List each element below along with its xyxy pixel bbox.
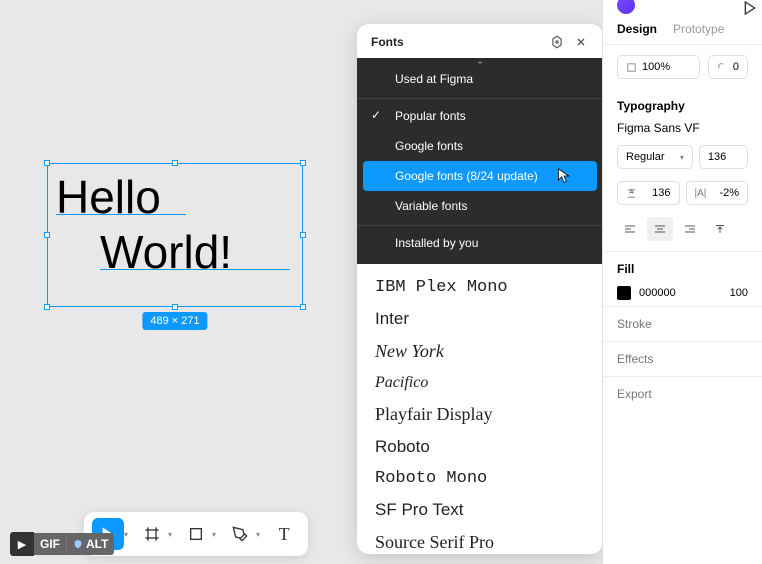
fill-opacity: 100 — [730, 287, 748, 299]
line-height-field[interactable]: 136 — [617, 181, 680, 205]
filter-used-at-figma[interactable]: Used at Figma — [357, 58, 603, 94]
text-content: Hello World! — [48, 164, 302, 286]
filter-label: Installed by you — [395, 236, 478, 250]
fill-swatch[interactable] — [617, 286, 631, 300]
resize-handle[interactable] — [300, 232, 306, 238]
alt-badge[interactable]: ALT — [66, 533, 114, 555]
letter-spacing-field[interactable]: |A| -2% — [686, 181, 749, 205]
font-item[interactable]: Pacifico — [375, 368, 585, 398]
typography-section-header: Typography — [603, 89, 762, 117]
stroke-section[interactable]: Stroke — [603, 306, 762, 341]
text-line-2: World! — [100, 225, 232, 280]
filter-installed-by-you[interactable]: Installed by you — [357, 225, 603, 258]
letter-spacing-icon: |A| — [695, 188, 707, 199]
chevron-down-icon[interactable]: ▾ — [212, 530, 216, 539]
resize-handle[interactable] — [172, 160, 178, 166]
letter-spacing-value: -2% — [719, 187, 739, 199]
resize-handle[interactable] — [44, 304, 50, 310]
font-item[interactable]: New York — [375, 335, 585, 368]
zoom-value: 100% — [642, 61, 670, 73]
frame-icon — [626, 62, 637, 73]
resize-handle[interactable] — [44, 160, 50, 166]
chevron-down-icon[interactable]: ▾ — [256, 530, 260, 539]
shape-tool[interactable] — [180, 518, 212, 550]
text-align-row — [603, 211, 762, 247]
font-weight-select[interactable]: Regular ▾ — [617, 145, 693, 169]
fonts-panel: Fonts ⌃ Used at Figma ✓ Popular fonts Go… — [357, 24, 603, 554]
tab-prototype[interactable]: Prototype — [673, 22, 724, 36]
text-tool[interactable]: T — [268, 518, 300, 550]
export-section[interactable]: Export — [603, 376, 762, 411]
filter-variable-fonts[interactable]: Variable fonts — [357, 191, 603, 221]
filter-label: Used at Figma — [395, 72, 473, 86]
resize-handle[interactable] — [172, 304, 178, 310]
chevron-down-icon: ▾ — [680, 153, 684, 162]
font-item[interactable]: Inter — [375, 303, 585, 335]
effects-section[interactable]: Effects — [603, 341, 762, 376]
gif-badge[interactable]: GIF — [34, 533, 66, 555]
corner-icon — [717, 62, 728, 73]
align-top-button[interactable] — [707, 217, 733, 241]
filter-label: Google fonts (8/24 update) — [395, 169, 538, 183]
zoom-field[interactable]: 100% — [617, 55, 700, 79]
resize-handle[interactable] — [300, 160, 306, 166]
close-icon[interactable] — [573, 34, 589, 50]
resize-handle[interactable] — [44, 232, 50, 238]
font-item[interactable]: Source Serif Pro — [375, 526, 585, 554]
fonts-panel-title: Fonts — [371, 35, 404, 49]
cursor-icon — [557, 168, 571, 184]
font-filter-dropdown: ⌃ Used at Figma ✓ Popular fonts Google f… — [357, 58, 603, 264]
filter-label: Popular fonts — [395, 109, 466, 123]
selected-text-frame[interactable]: Hello World! 489 × 271 — [47, 163, 303, 307]
align-right-button[interactable] — [677, 217, 703, 241]
fill-section-header: Fill — [603, 251, 762, 280]
font-item[interactable]: Playfair Display — [375, 398, 585, 431]
align-left-button[interactable] — [617, 217, 643, 241]
font-size-field[interactable]: 136 — [699, 145, 748, 169]
font-list[interactable]: IBM Plex MonoInterNew YorkPacificoPlayfa… — [357, 264, 603, 554]
settings-icon[interactable] — [549, 34, 565, 50]
play-icon[interactable] — [742, 0, 758, 16]
chevron-down-icon[interactable]: ▾ — [124, 530, 128, 539]
right-sidebar: Design Prototype 100% 0 Typography Figma… — [602, 0, 762, 564]
play-badge[interactable]: ▶ — [10, 532, 34, 556]
fonts-panel-header: Fonts — [357, 24, 603, 58]
media-badges: ▶ GIF ALT — [10, 532, 114, 556]
resize-handle[interactable] — [300, 304, 306, 310]
line-height-icon — [626, 188, 637, 199]
fill-hex: 000000 — [639, 287, 676, 299]
pen-tool[interactable] — [224, 518, 256, 550]
check-icon: ✓ — [371, 108, 381, 122]
filter-label: Google fonts — [395, 139, 463, 153]
chevron-down-icon[interactable]: ▾ — [168, 530, 172, 539]
selection-size-badge: 489 × 271 — [142, 312, 207, 330]
font-weight-value: Regular — [626, 151, 665, 163]
font-item[interactable]: Roboto — [375, 431, 585, 463]
font-item[interactable]: SF Pro Text — [375, 494, 585, 526]
font-item[interactable]: IBM Plex Mono — [375, 272, 585, 303]
filter-google-fonts[interactable]: Google fonts — [357, 131, 603, 161]
line-height-value: 136 — [652, 187, 670, 199]
align-center-button[interactable] — [647, 217, 673, 241]
filter-google-fonts-update[interactable]: Google fonts (8/24 update) — [363, 161, 597, 191]
font-item[interactable]: Roboto Mono — [375, 463, 585, 494]
font-size-value: 136 — [708, 151, 726, 163]
frame-tool[interactable] — [136, 518, 168, 550]
corner-value: 0 — [733, 61, 739, 73]
corner-radius-field[interactable]: 0 — [708, 55, 748, 79]
filter-label: Variable fonts — [395, 199, 468, 213]
filter-popular-fonts[interactable]: ✓ Popular fonts — [357, 98, 603, 131]
tab-design[interactable]: Design — [617, 22, 657, 36]
font-family-field[interactable]: Figma Sans VF — [603, 117, 762, 139]
alt-label: ALT — [86, 537, 108, 551]
shield-icon — [73, 539, 83, 549]
text-line-1: Hello — [56, 170, 161, 225]
bottom-toolbar: ▾ ▾ ▾ ▾ T — [84, 512, 308, 556]
fill-row[interactable]: 000000 100 — [603, 280, 762, 306]
